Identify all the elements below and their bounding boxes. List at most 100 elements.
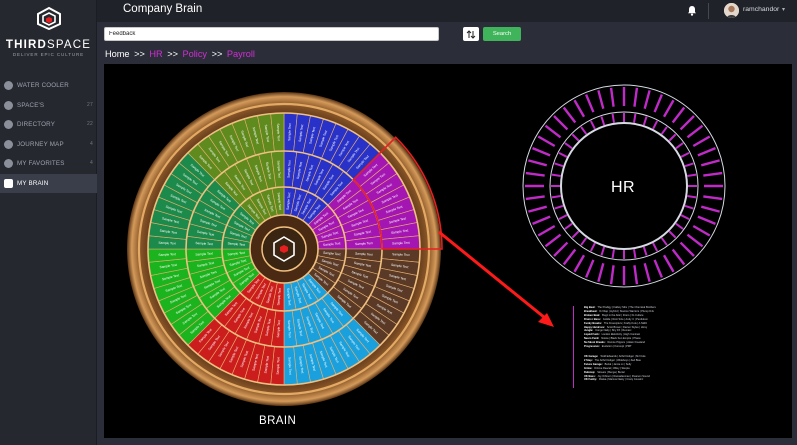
hr-inner-spoke[interactable] xyxy=(551,173,561,177)
hr-spoke[interactable] xyxy=(562,106,577,124)
breadcrumb-home[interactable]: Home xyxy=(105,49,130,59)
hr-spoke[interactable] xyxy=(537,135,556,148)
hr-inner-spoke[interactable] xyxy=(642,246,648,256)
hr-spoke[interactable] xyxy=(703,171,723,177)
hr-spoke[interactable] xyxy=(700,205,720,213)
hr-inner-spoke[interactable] xyxy=(589,120,596,130)
legend-row[interactable]: UK Funky: Roska | Marcus Nasty | Crazy Co… xyxy=(584,378,713,382)
sidebar-item-journey-map[interactable]: JOURNEY MAP 4 xyxy=(0,135,97,155)
legend-row[interactable]: Progressive: Evolution | Koncept | PMT xyxy=(584,345,713,349)
hr-spoke[interactable] xyxy=(562,248,577,266)
hr-spoke[interactable] xyxy=(528,205,548,213)
hr-inner-spoke[interactable] xyxy=(684,204,694,210)
sort-button[interactable] xyxy=(463,27,479,41)
hr-spoke[interactable] xyxy=(573,99,586,118)
hr-spoke[interactable] xyxy=(585,259,595,278)
hr-spoke[interactable] xyxy=(679,241,695,257)
hr-inner-spoke[interactable] xyxy=(589,242,596,252)
hr-spoke[interactable] xyxy=(633,265,639,285)
sidebar-item-spaces[interactable]: SPACE'S 27 xyxy=(0,96,97,116)
hr-spoke[interactable] xyxy=(525,171,545,177)
hr-spoke[interactable] xyxy=(585,94,595,113)
hr-spoke[interactable] xyxy=(528,159,548,167)
hr-spoke[interactable] xyxy=(653,94,663,113)
hr-spoke[interactable] xyxy=(671,106,686,124)
hr-spoke[interactable] xyxy=(544,124,562,139)
hr-inner-spoke[interactable] xyxy=(611,113,615,123)
hr-spoke[interactable] xyxy=(692,135,711,148)
hr-inner-spoke[interactable] xyxy=(660,237,668,246)
hr-spoke[interactable] xyxy=(703,195,723,201)
hr-spoke[interactable] xyxy=(609,87,615,107)
hr-inner-spoke[interactable] xyxy=(580,237,588,246)
sidebar-item-my-favorites[interactable]: MY FAVORITES 4 xyxy=(0,154,97,174)
hr-inner-spoke[interactable] xyxy=(600,116,606,126)
hr-spoke[interactable] xyxy=(643,90,651,110)
hr-spoke[interactable] xyxy=(537,224,556,237)
hr-spoke[interactable] xyxy=(573,254,586,273)
hr-inner-spoke[interactable] xyxy=(675,142,684,150)
hr-spoke[interactable] xyxy=(553,115,569,131)
hr-inner-spoke[interactable] xyxy=(660,126,668,135)
hr-spoke[interactable] xyxy=(643,262,651,282)
hr-spoke[interactable] xyxy=(697,215,716,225)
hr-spoke[interactable] xyxy=(653,259,663,278)
breadcrumb-policy[interactable]: Policy xyxy=(183,49,208,59)
hr-inner-spoke[interactable] xyxy=(668,230,677,239)
user-name[interactable]: ramchandor xyxy=(743,6,779,13)
hr-inner-spoke[interactable] xyxy=(554,162,564,168)
hr-spoke[interactable] xyxy=(662,254,675,273)
hr-inner-spoke[interactable] xyxy=(571,230,580,239)
sidebar-item-my-brain[interactable]: MY BRAIN xyxy=(0,173,97,193)
hr-inner-spoke[interactable] xyxy=(600,246,606,256)
search-input[interactable] xyxy=(104,27,439,41)
hr-inner-spoke[interactable] xyxy=(551,195,561,199)
hr-spoke[interactable] xyxy=(544,233,562,248)
sidebar-item-directory[interactable]: DIRECTORY 22 xyxy=(0,115,97,135)
hr-spoke[interactable] xyxy=(532,147,551,157)
hr-inner-spoke[interactable] xyxy=(652,120,659,130)
hr-spoke[interactable] xyxy=(671,248,686,266)
hr-inner-spoke[interactable] xyxy=(680,151,690,158)
hr-spoke[interactable] xyxy=(553,241,569,257)
hr-spoke[interactable] xyxy=(679,115,695,131)
hr-inner-spoke[interactable] xyxy=(554,204,564,210)
brand-logo[interactable]: THIRDSPACE DELIVER EPIC CULTURE xyxy=(0,6,97,57)
hr-spoke[interactable] xyxy=(697,147,716,157)
hr-inner-spoke[interactable] xyxy=(684,162,694,168)
hr-inner-spoke[interactable] xyxy=(564,142,573,150)
hr-inner-spoke[interactable] xyxy=(668,133,677,142)
hr-inner-spoke[interactable] xyxy=(564,222,573,230)
avatar[interactable] xyxy=(724,3,739,18)
hr-inner-spoke[interactable] xyxy=(571,133,580,142)
breadcrumb-payroll[interactable]: Payroll xyxy=(227,49,255,59)
hr-inner-spoke[interactable] xyxy=(675,222,684,230)
hr-inner-spoke[interactable] xyxy=(558,151,568,158)
hr-spoke[interactable] xyxy=(633,87,639,107)
hr-spoke[interactable] xyxy=(597,90,605,110)
breadcrumb-hr[interactable]: HR xyxy=(149,49,162,59)
hr-inner-spoke[interactable] xyxy=(642,116,648,126)
hr-inner-spoke[interactable] xyxy=(680,214,690,221)
hr-inner-spoke[interactable] xyxy=(633,249,637,259)
hr-inner-spoke[interactable] xyxy=(652,242,659,252)
hr-spoke[interactable] xyxy=(686,233,704,248)
hr-spoke[interactable] xyxy=(692,224,711,237)
hr-inner-spoke[interactable] xyxy=(687,173,697,177)
hr-inner-spoke[interactable] xyxy=(687,195,697,199)
hr-spoke[interactable] xyxy=(662,99,675,118)
sidebar-item-water-cooler[interactable]: WATER COOLER xyxy=(0,76,97,96)
bell-icon[interactable] xyxy=(687,5,697,16)
hr-inner-spoke[interactable] xyxy=(611,249,615,259)
hr-spoke[interactable] xyxy=(597,262,605,282)
hr-spoke[interactable] xyxy=(609,265,615,285)
hr-spoke[interactable] xyxy=(532,215,551,225)
hr-spoke[interactable] xyxy=(525,195,545,201)
hr-spoke[interactable] xyxy=(686,124,704,139)
hr-spoke[interactable] xyxy=(700,159,720,167)
hr-inner-spoke[interactable] xyxy=(580,126,588,135)
search-button[interactable]: Search xyxy=(483,27,521,41)
chevron-down-icon[interactable]: ▾ xyxy=(782,6,785,13)
hr-inner-spoke[interactable] xyxy=(633,113,637,123)
hr-inner-spoke[interactable] xyxy=(558,214,568,221)
